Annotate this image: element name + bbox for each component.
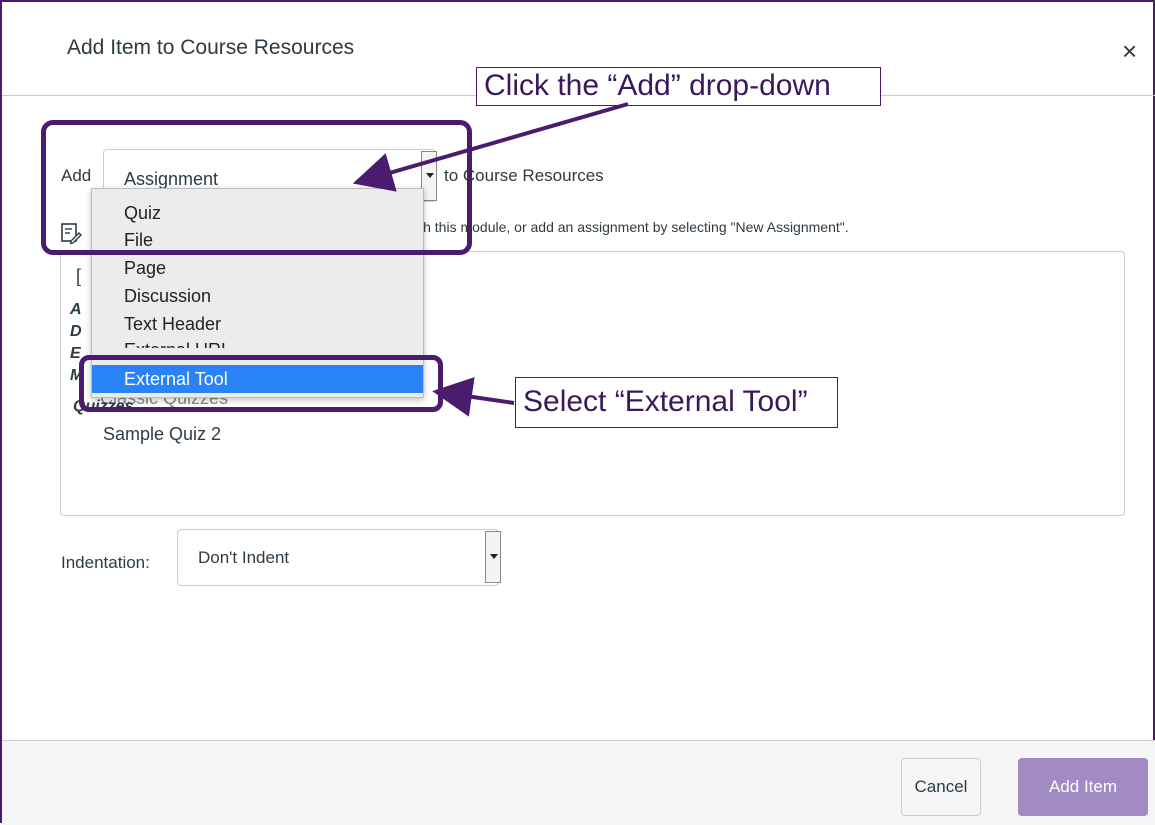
instructions-text: with this module, or add an assignment b… (406, 219, 849, 235)
dropdown-item-discussion[interactable]: Discussion (124, 282, 211, 310)
list-item[interactable]: Sample Quiz 2 (103, 424, 221, 445)
indentation-select[interactable]: Don't Indent (177, 529, 499, 586)
close-icon[interactable]: × (1122, 38, 1137, 64)
indentation-value: Don't Indent (198, 548, 290, 567)
list-group-fragment: A (70, 301, 82, 318)
highlight-add-dropdown (41, 120, 472, 255)
callout-external-tool: Select “External Tool” (515, 377, 838, 428)
cancel-button[interactable]: Cancel (901, 758, 981, 816)
dialog-title: Add Item to Course Resources (67, 36, 355, 59)
dropdown-item-text-header[interactable]: Text Header (124, 310, 221, 338)
list-group-fragment: D (70, 323, 82, 340)
add-item-button[interactable]: Add Item (1018, 758, 1148, 816)
indentation-label: Indentation: (61, 553, 150, 572)
callout-add-dropdown: Click the “Add” drop-down (476, 67, 881, 106)
list-fragment: [ (76, 266, 82, 286)
dropdown-item-external-url[interactable]: External URL (124, 336, 231, 348)
dropdown-item-page[interactable]: Page (124, 254, 166, 282)
dialog-footer (2, 740, 1155, 825)
indentation-arrow-icon[interactable] (485, 531, 501, 583)
highlight-external-tool (79, 355, 443, 412)
